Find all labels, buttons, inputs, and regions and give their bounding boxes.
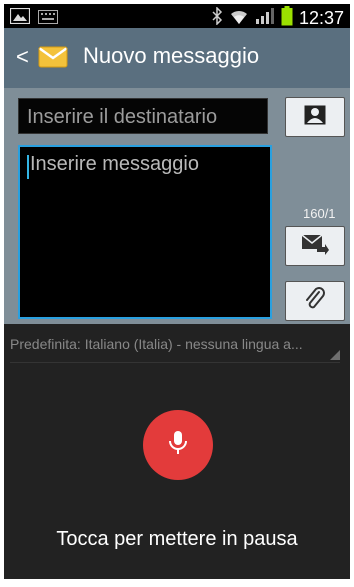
envelope-icon [38,42,68,72]
signal-icon [255,7,275,29]
screen: 12:37 < Nuovo messaggio Inserire il dest… [4,4,350,579]
recipient-input[interactable]: Inserire il destinatario [18,98,268,134]
message-input[interactable]: Inserire messaggio [18,145,272,319]
compose-area: Inserire il destinatario Inserire messag… [4,88,350,324]
microphone-button[interactable] [143,410,213,480]
status-bar: 12:37 [4,4,350,28]
dropdown-corner-icon [330,350,340,360]
paperclip-icon [304,287,326,315]
status-time: 12:37 [298,7,344,28]
contact-icon [304,105,326,129]
char-counter: 160/1 [303,206,336,221]
language-label: Predefinita: Italiano (Italia) - nessuna… [10,336,303,352]
gallery-notification-icon [9,7,31,28]
microphone-icon [168,430,188,460]
bluetooth-icon [211,6,223,29]
wifi-icon [229,7,249,29]
page-title: Nuovo messaggio [83,43,260,68]
send-icon [301,233,329,259]
language-selector[interactable]: Predefinita: Italiano (Italia) - nessuna… [10,332,340,363]
battery-icon [281,6,293,30]
message-placeholder: Inserire messaggio [30,153,199,175]
voice-input-panel: Predefinita: Italiano (Italia) - nessuna… [4,324,350,579]
contact-picker-button[interactable] [285,97,345,137]
voice-hint: Tocca per mettere in pausa [56,528,298,550]
attach-button[interactable] [285,281,345,321]
app-bar: < Nuovo messaggio [4,28,350,88]
send-button[interactable] [285,226,345,266]
keyboard-notification-icon [38,9,58,28]
back-button[interactable]: < [16,44,29,70]
text-cursor [27,155,29,179]
